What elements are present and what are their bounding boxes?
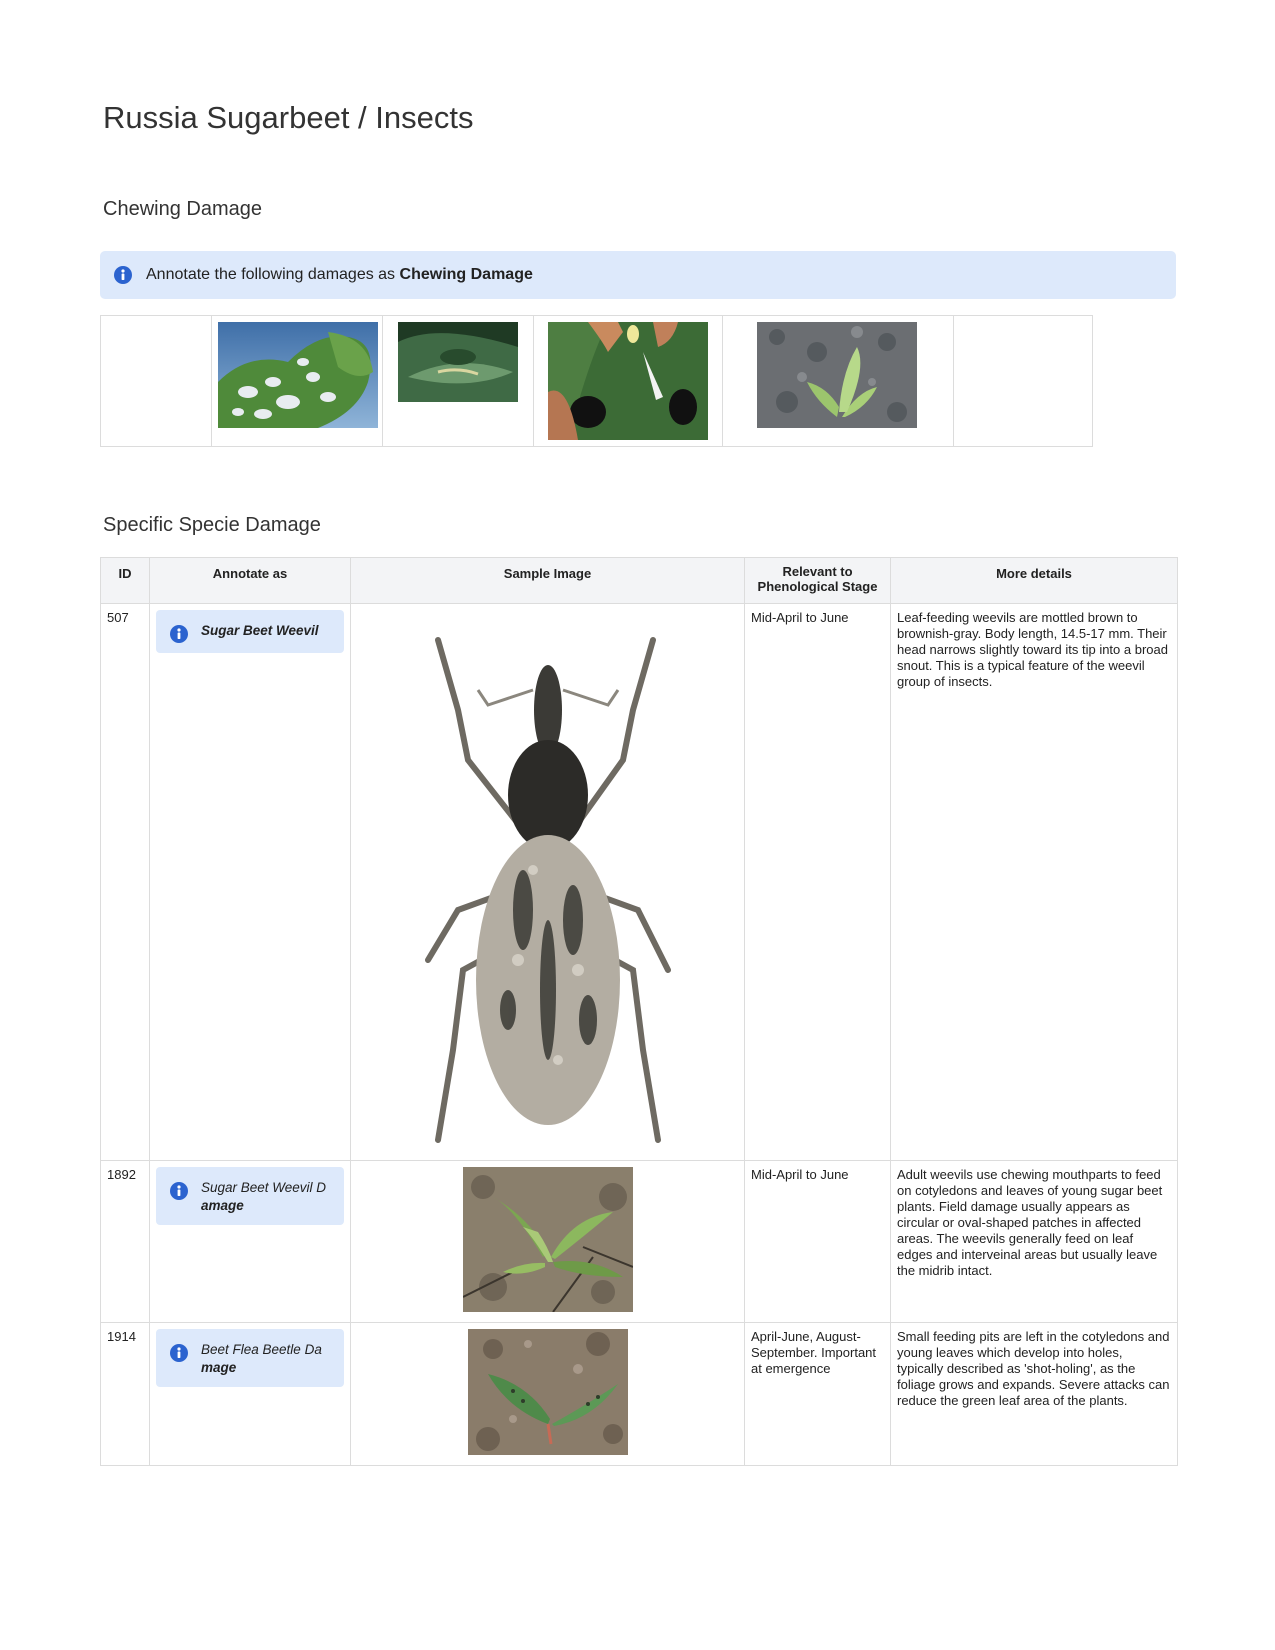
table-row: 1892 Sugar Beet Weevil Damage Mid-April … [100,1160,1178,1323]
annotate-label: Beet Flea Beetle Da [201,1342,322,1357]
info-icon [170,1344,188,1362]
gallery-cell [722,315,954,447]
gallery-cell [382,315,534,447]
table-header-row: ID Annotate as Sample Image Relevant to … [100,557,1178,604]
chewing-damage-heading: Chewing Damage [103,198,262,220]
seedling-soil-photo[interactable] [757,322,917,428]
weevil-photo[interactable] [407,610,688,1150]
annotate-label: Sugar Beet Weevil [201,623,319,638]
sample-image-cell [350,1160,745,1323]
col-header-details: More details [890,557,1178,604]
col-header-sample: Sample Image [350,557,745,604]
gallery-empty-cell [953,315,1093,447]
annotate-badge[interactable]: Sugar Beet Weevil Damage [156,1167,344,1225]
col-header-stage: Relevant to Phenological Stage [744,557,891,604]
chewing-damage-gallery [100,315,1093,447]
hand-leaf-larva-photo[interactable] [548,322,708,440]
info-icon [170,625,188,643]
specific-damage-heading: Specific Specie Damage [103,514,321,536]
notice-text: Annotate the following damages as Chewin… [146,266,533,283]
details-cell: Small feeding pits are left in the cotyl… [890,1322,1178,1466]
specific-damage-table: ID Annotate as Sample Image Relevant to … [100,557,1178,1466]
details-cell: Adult weevils use chewing mouthparts to … [890,1160,1178,1323]
details-cell: Leaf-feeding weevils are mottled brown t… [890,603,1178,1161]
page-title: Russia Sugarbeet / Insects [103,100,474,135]
col-header-id: ID [100,557,150,604]
stage-cell: April-June, August-September. Important … [744,1322,891,1466]
flea-beetle-damage-photo[interactable] [467,1329,628,1455]
row-id: 1914 [100,1322,150,1466]
gallery-empty-cell [100,315,212,447]
notice-strong: Chewing Damage [399,266,533,283]
annotate-badge[interactable]: Sugar Beet Weevil [156,610,344,653]
chewing-damage-notice: Annotate the following damages as Chewin… [100,251,1176,299]
stage-cell: Mid-April to June [744,1160,891,1323]
annotate-label: Sugar Beet Weevil D [201,1180,327,1195]
info-icon [114,266,132,284]
annotate-cell: Sugar Beet Weevil [149,603,351,1161]
gallery-cell [211,315,383,447]
row-id: 1892 [100,1160,150,1323]
row-id: 507 [100,603,150,1161]
annotate-cell: Beet Flea Beetle Da mage [149,1322,351,1466]
sample-image-cell [350,1322,745,1466]
sample-image-cell [350,603,745,1161]
annotate-badge[interactable]: Beet Flea Beetle Da mage [156,1329,344,1387]
info-icon [170,1182,188,1200]
table-row: 1914 Beet Flea Beetle Da mage April-June… [100,1322,1178,1466]
col-header-annotate: Annotate as [149,557,351,604]
gallery-cell [533,315,723,447]
beet-leaf-holes-photo[interactable] [218,322,378,428]
stage-cell: Mid-April to June [744,603,891,1161]
leaf-chewing-photo[interactable] [398,322,518,402]
table-row: 507 Sugar Beet Weevil Mid-April to June … [100,603,1178,1161]
annotate-cell: Sugar Beet Weevil Damage [149,1160,351,1323]
weevil-damage-photo[interactable] [462,1167,633,1312]
